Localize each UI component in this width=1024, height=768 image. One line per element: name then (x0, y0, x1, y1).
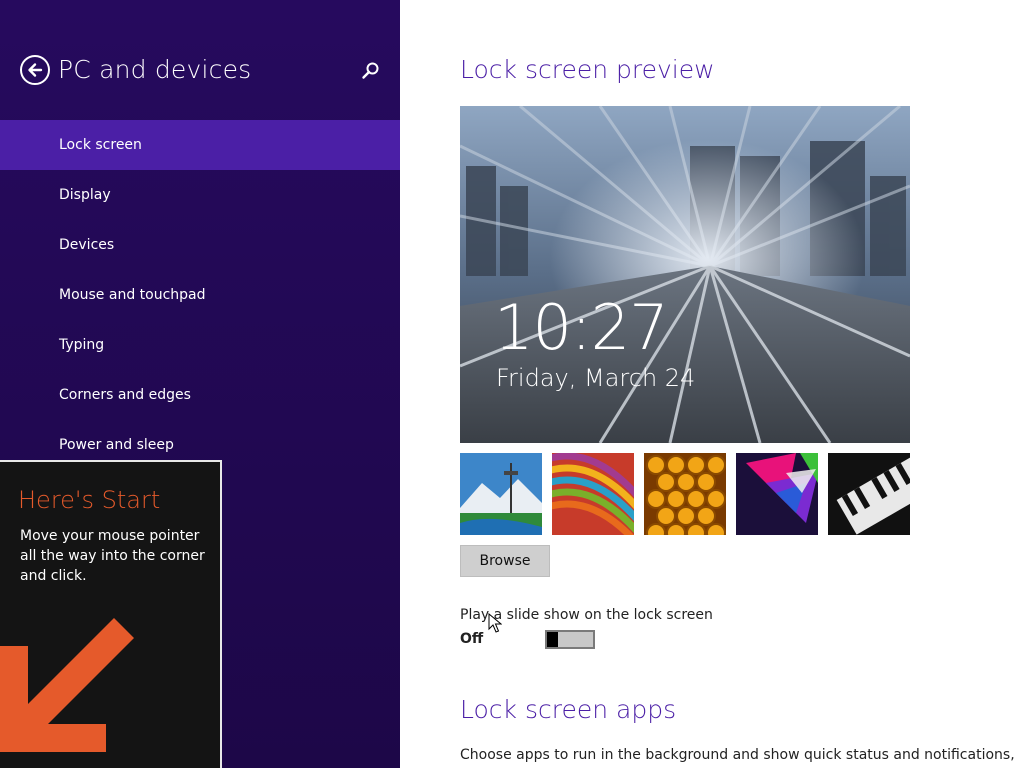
preview-background-image (460, 106, 910, 443)
sidebar-item-lock-screen[interactable]: Lock screen (0, 120, 400, 170)
lock-screen-preview: 10:27 Friday, March 24 (460, 106, 910, 443)
lock-screen-apps-description: Choose apps to run in the background and… (460, 747, 1015, 763)
back-arrow-icon (28, 63, 43, 77)
preview-date: Friday, March 24 (496, 364, 696, 392)
search-button[interactable] (360, 60, 382, 82)
sidebar-header: PC and devices (0, 0, 400, 120)
back-button[interactable] (20, 55, 50, 85)
sidebar-item-mouse-and-touchpad[interactable]: Mouse and touchpad (0, 270, 400, 320)
sidebar-item-typing[interactable]: Typing (0, 320, 400, 370)
background-thumbnails (460, 453, 910, 535)
lock-screen-apps-heading: Lock screen apps (460, 695, 677, 724)
main-content: Lock screen preview 10:27 Friday, March … (400, 0, 1024, 768)
thumbnail-color-stripes[interactable] (552, 453, 634, 535)
thumbnail-geometric[interactable] (736, 453, 818, 535)
page-title: PC and devices (58, 55, 252, 84)
lock-screen-preview-heading: Lock screen preview (460, 55, 715, 84)
sidebar-item-corners-and-edges[interactable]: Corners and edges (0, 370, 400, 420)
start-tip-overlay: Here's Start Move your mouse pointer all… (0, 460, 222, 768)
start-tip-title: Here's Start (18, 486, 161, 514)
slideshow-toggle-state: Off (460, 631, 484, 647)
search-icon (362, 62, 379, 79)
thumbnail-space-needle[interactable] (460, 453, 542, 535)
browse-button[interactable]: Browse (460, 545, 550, 577)
sidebar-nav: Lock screen Display Devices Mouse and to… (0, 120, 400, 470)
arrow-down-left-icon (0, 618, 134, 752)
preview-clock: 10:27 (494, 291, 669, 364)
mouse-cursor-icon (488, 613, 502, 633)
start-tip-body: Move your mouse pointer all the way into… (20, 528, 205, 584)
thumbnail-honeycomb[interactable] (644, 453, 726, 535)
slideshow-toggle[interactable] (545, 630, 595, 649)
sidebar-item-display[interactable]: Display (0, 170, 400, 220)
thumbnail-piano-keys[interactable] (828, 453, 910, 535)
slideshow-toggle-thumb (547, 632, 558, 647)
sidebar-item-devices[interactable]: Devices (0, 220, 400, 270)
